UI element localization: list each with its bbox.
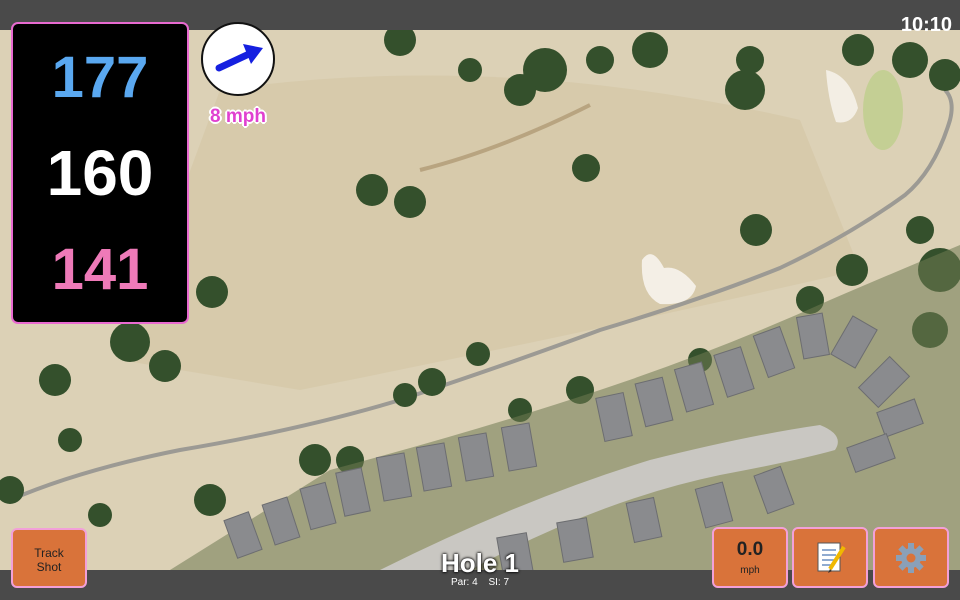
status-clock: 10:10	[900, 14, 952, 36]
yardage-panel: 177 160 141	[11, 22, 189, 324]
hole-stroke-index: SI: 7	[488, 577, 510, 588]
track-shot-button[interactable]: Track Shot	[11, 528, 87, 588]
front-yardage: 141	[51, 237, 149, 302]
gear-icon	[896, 543, 926, 573]
notes-button[interactable]	[792, 527, 868, 588]
track-shot-label-line1: Track	[34, 546, 64, 560]
wind-indicator	[201, 22, 275, 96]
shot-speed-unit: mph	[740, 565, 760, 576]
back-yardage: 177	[51, 45, 149, 110]
hole-par: Par: 4	[450, 577, 478, 588]
track-shot-label-line2: Shot	[36, 560, 62, 574]
arrow-right-icon	[215, 44, 263, 72]
wind-speed: 8 mph	[210, 106, 266, 127]
hole-title[interactable]: Hole 1	[380, 548, 580, 579]
shot-speed-button[interactable]: 0.0 mph	[712, 527, 788, 588]
hole-info: Par: 4 SI: 7	[400, 577, 560, 588]
settings-button[interactable]	[873, 527, 949, 588]
shot-speed-value: 0.0	[736, 539, 764, 560]
notepad-icon	[817, 542, 846, 573]
middle-yardage: 160	[46, 137, 154, 209]
